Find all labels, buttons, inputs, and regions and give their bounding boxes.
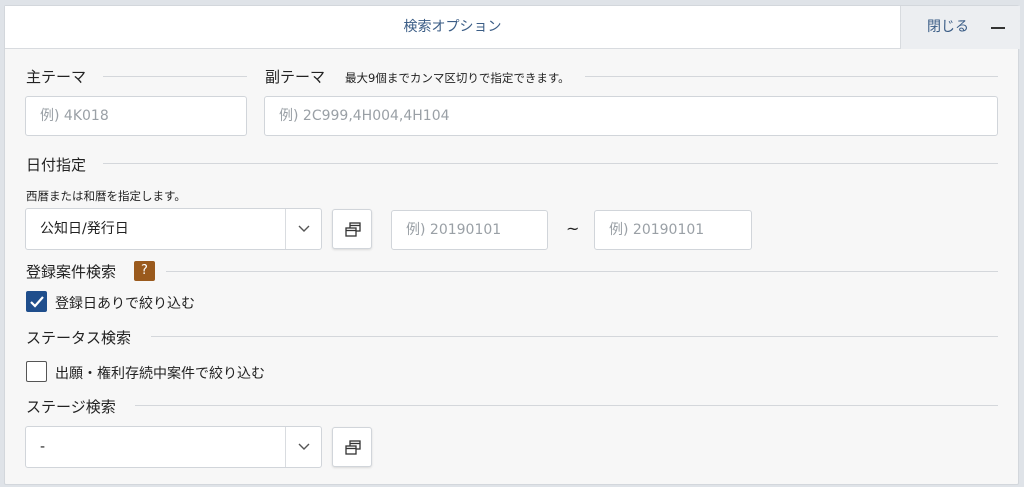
close-label: 閉じる [927, 19, 969, 35]
sub-theme-divider [585, 76, 998, 77]
sub-theme-note: 最大9個までカンマ区切りで指定できます。 [345, 71, 570, 85]
status-checkbox-label[interactable]: 出願・権利存続中案件で絞り込む [55, 363, 265, 383]
stage-picker-button[interactable] [332, 427, 372, 467]
window-stack-icon [345, 222, 361, 237]
date-type-select[interactable]: 公知日/発行日 [25, 208, 322, 250]
sub-theme-input[interactable] [264, 96, 998, 136]
date-title: 日付指定 [26, 156, 87, 174]
date-type-picker-button[interactable] [332, 209, 372, 249]
registered-checkbox-label[interactable]: 登録日ありで絞り込む [55, 293, 195, 313]
select-separator [285, 427, 286, 467]
registered-checkbox[interactable] [26, 291, 47, 312]
help-icon[interactable]: ? [134, 261, 155, 281]
close-button[interactable]: 閉じる [900, 6, 1020, 49]
stage-title: ステージ検索 [26, 398, 116, 416]
date-divider [103, 163, 998, 164]
stage-select[interactable]: - [25, 426, 322, 468]
window-stack-icon [345, 440, 361, 455]
stage-value: - [40, 439, 46, 455]
date-from-input[interactable] [391, 210, 548, 250]
status-divider [151, 336, 998, 337]
panel-header: 検索オプション 閉じる [5, 6, 1020, 49]
select-separator [285, 209, 286, 249]
date-to-input[interactable] [594, 210, 752, 250]
chevron-down-icon [298, 225, 310, 232]
status-title: ステータス検索 [26, 329, 132, 347]
date-range-separator: ~ [566, 219, 580, 238]
panel-title: 検索オプション [403, 19, 502, 35]
chevron-down-icon [298, 443, 310, 450]
date-type-value: 公知日/発行日 [40, 221, 129, 237]
main-theme-title: 主テーマ [26, 68, 87, 86]
stage-divider [135, 405, 998, 406]
checkmark-icon [30, 296, 44, 308]
sub-theme-title: 副テーマ [265, 68, 326, 86]
registered-divider [166, 271, 998, 272]
main-theme-divider [103, 76, 247, 77]
status-checkbox[interactable] [26, 361, 47, 382]
main-theme-input[interactable] [25, 96, 247, 136]
registered-title: 登録案件検索 [26, 263, 117, 281]
minimize-icon [991, 27, 1005, 29]
date-note: 西暦または和暦を指定します。 [26, 189, 186, 203]
